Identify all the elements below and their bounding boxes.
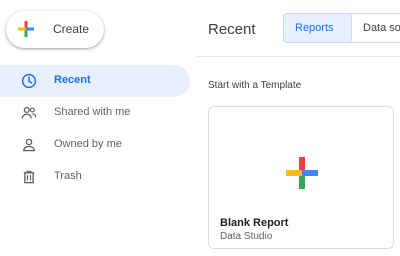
sidebar-item-trash[interactable]: Trash <box>0 161 190 193</box>
sidebar-item-label: Owned by me <box>54 138 122 150</box>
sidebar: Create Recent Shared with me Owned by me <box>0 0 196 256</box>
clock-icon <box>21 73 37 89</box>
plus-icon <box>18 21 34 37</box>
create-button[interactable]: Create <box>6 11 104 48</box>
sidebar-item-label: Shared with me <box>54 106 131 118</box>
sidebar-item-label: Recent <box>54 74 91 86</box>
tab-reports[interactable]: Reports <box>283 13 352 43</box>
sidebar-item-label: Trash <box>54 170 82 182</box>
person-icon <box>23 138 35 152</box>
tab-data-sources[interactable]: Data so <box>351 13 400 43</box>
template-title: Blank Report <box>220 217 289 229</box>
section-heading: Start with a Template <box>208 80 302 91</box>
sidebar-item-shared-with-me[interactable]: Shared with me <box>0 97 190 129</box>
divider <box>196 56 400 57</box>
trash-icon <box>23 170 35 184</box>
template-subtitle: Data Studio <box>220 231 273 242</box>
template-card-blank-report[interactable]: Blank Report Data Studio <box>208 106 394 249</box>
people-icon <box>21 106 37 119</box>
sidebar-item-owned-by-me[interactable]: Owned by me <box>0 129 190 161</box>
plus-icon <box>286 157 318 189</box>
page-title: Recent <box>208 21 256 38</box>
sidebar-item-recent[interactable]: Recent <box>0 65 190 97</box>
create-button-label: Create <box>53 22 90 36</box>
